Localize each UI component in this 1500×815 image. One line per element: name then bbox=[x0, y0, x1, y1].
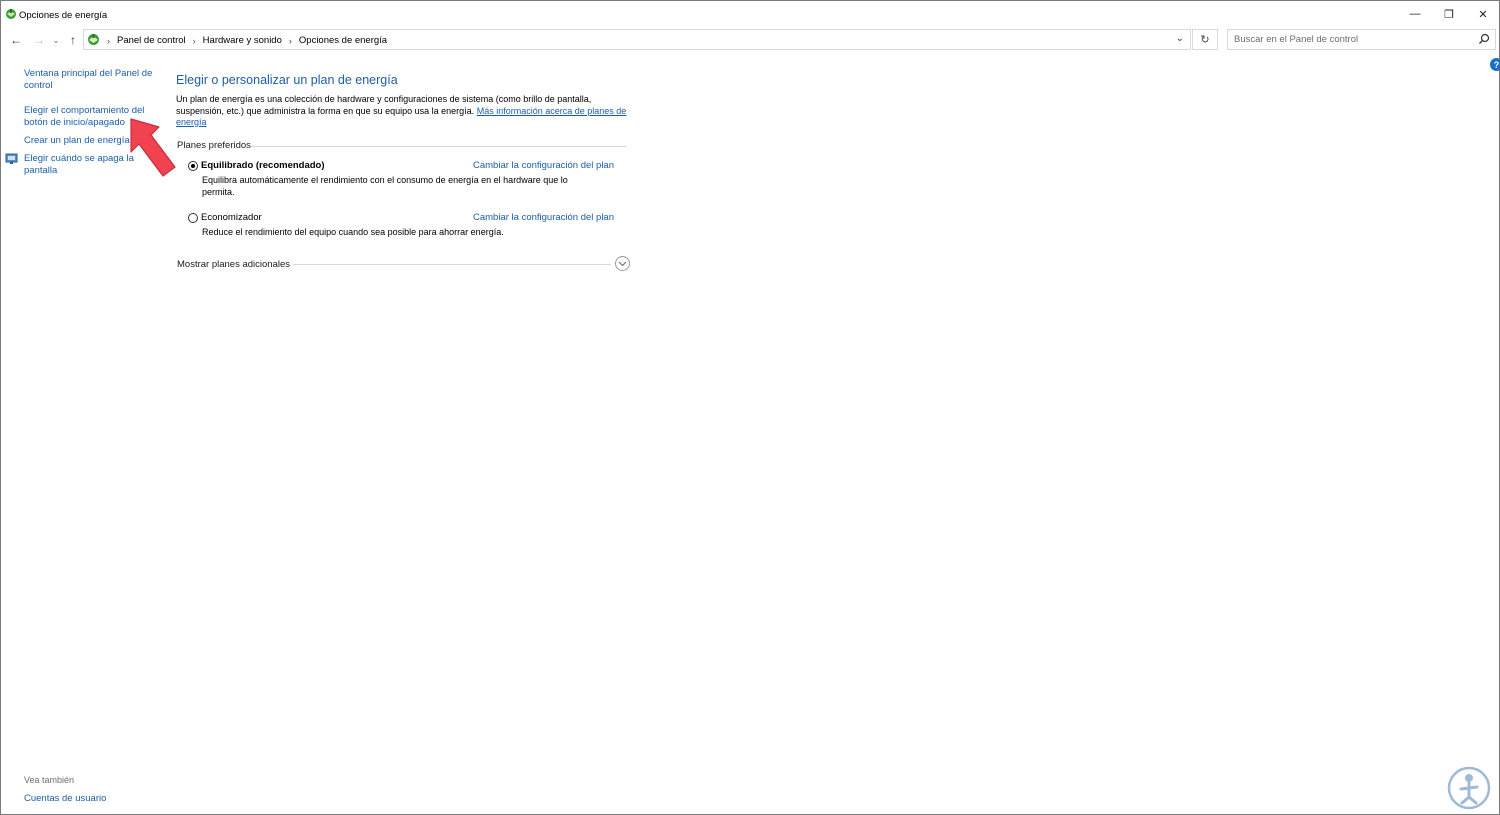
minimize-button[interactable]: — bbox=[1397, 1, 1433, 27]
plan-balanced-name[interactable]: Equilibrado (recomendado) bbox=[201, 160, 325, 171]
expand-chevron-icon[interactable] bbox=[615, 256, 630, 271]
breadcrumb-separator[interactable]: › bbox=[193, 36, 196, 46]
plan-power-saver-name[interactable]: Economizador bbox=[201, 212, 262, 223]
plan-power-saver-change-settings-link[interactable]: Cambiar la configuración del plan bbox=[473, 212, 614, 223]
breadcrumb: › Panel de control › Hardware y sonido ›… bbox=[104, 35, 391, 46]
section-divider bbox=[251, 146, 626, 147]
annotation-arrow-icon bbox=[130, 118, 176, 177]
navigation-bar: ← → ⌄ ↑ › Panel de control › Hardware y … bbox=[1, 28, 1499, 52]
sidebar-item-control-panel-home[interactable]: Ventana principal del Panel de control bbox=[24, 68, 156, 92]
title-bar: Opciones de energía — ❐ ✕ bbox=[1, 1, 1499, 27]
search-icon[interactable] bbox=[1478, 33, 1490, 45]
breadcrumb-hardware-sound[interactable]: Hardware y sonido bbox=[203, 35, 282, 46]
page-description: Un plan de energía es una colección de h… bbox=[176, 94, 628, 129]
chevron-down-icon bbox=[618, 261, 627, 266]
plan-power-saver-description: Reduce el rendimiento del equipo cuando … bbox=[202, 227, 504, 237]
address-bar[interactable]: › Panel de control › Hardware y sonido ›… bbox=[83, 29, 1191, 50]
plan-power-saver-radio[interactable] bbox=[188, 213, 198, 223]
recent-locations-chevron-icon[interactable]: ⌄ bbox=[49, 31, 63, 49]
close-button[interactable]: ✕ bbox=[1465, 1, 1500, 27]
sidebar-item-user-accounts[interactable]: Cuentas de usuario bbox=[24, 793, 106, 804]
maximize-button[interactable]: ❐ bbox=[1431, 1, 1467, 27]
plan-balanced-radio[interactable] bbox=[188, 161, 198, 171]
control-panel-icon bbox=[88, 34, 99, 45]
watermark-logo-icon bbox=[1447, 766, 1491, 810]
search-input[interactable] bbox=[1228, 30, 1468, 49]
preferred-plans-label: Planes preferidos bbox=[177, 140, 251, 151]
plan-balanced-description: Equilibra automáticamente el rendimiento… bbox=[202, 175, 568, 197]
help-icon[interactable]: ? bbox=[1490, 58, 1500, 71]
refresh-button[interactable]: ↻ bbox=[1192, 29, 1218, 50]
breadcrumb-control-panel[interactable]: Panel de control bbox=[117, 35, 186, 46]
up-arrow-icon[interactable]: ↑ bbox=[64, 31, 82, 49]
page-title: Elegir o personalizar un plan de energía bbox=[176, 73, 398, 87]
back-arrow-icon[interactable]: ← bbox=[7, 31, 25, 49]
breadcrumb-separator[interactable]: › bbox=[289, 36, 292, 46]
address-dropdown-chevron-icon[interactable]: ⌄ bbox=[1176, 33, 1184, 44]
breadcrumb-power-options[interactable]: Opciones de energía bbox=[299, 35, 387, 46]
power-options-icon bbox=[6, 9, 16, 19]
show-additional-plans-label[interactable]: Mostrar planes adicionales bbox=[177, 259, 290, 270]
monitor-shield-icon bbox=[5, 153, 18, 164]
see-also-label: Vea también bbox=[24, 775, 75, 785]
forward-arrow-icon[interactable]: → bbox=[30, 31, 48, 49]
plan-balanced-change-settings-link[interactable]: Cambiar la configuración del plan bbox=[473, 160, 614, 171]
search-box bbox=[1227, 29, 1496, 50]
section-divider bbox=[293, 264, 611, 265]
power-options-window: Opciones de energía — ❐ ✕ ← → ⌄ ↑ › Pane… bbox=[0, 0, 1500, 815]
window-title: Opciones de energía bbox=[19, 10, 108, 21]
breadcrumb-separator: › bbox=[107, 35, 110, 46]
